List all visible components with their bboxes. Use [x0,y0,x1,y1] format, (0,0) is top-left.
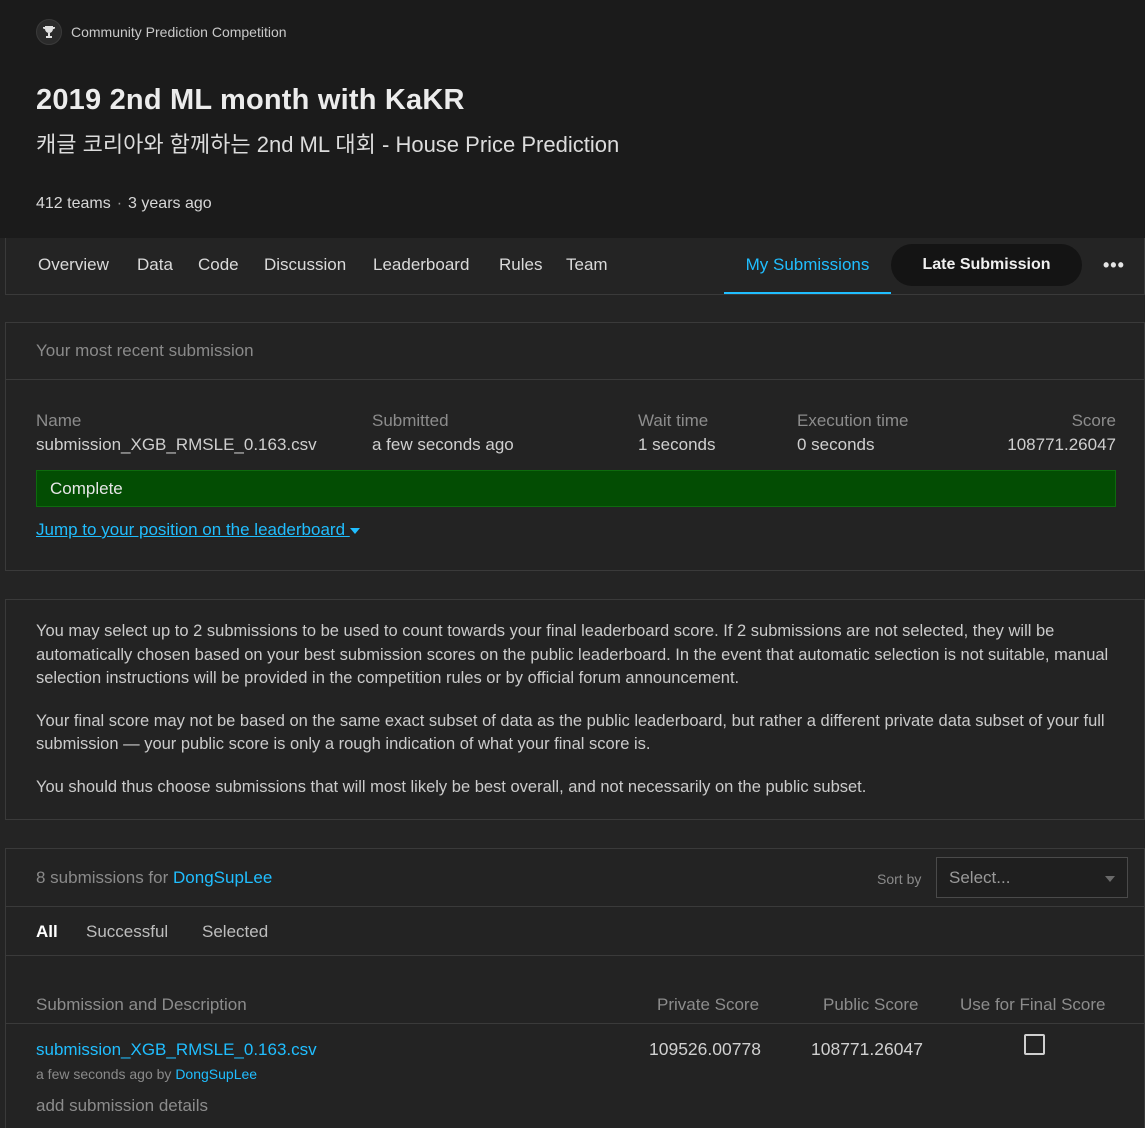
info-paragraph-2: Your final score may not be based on the… [36,711,1105,754]
tab-leaderboard[interactable]: Leaderboard [373,238,469,294]
execution-time-label: Execution time [797,411,909,430]
final-score-checkbox[interactable] [1024,1034,1045,1055]
trophy-icon [36,19,62,45]
user-link[interactable]: DongSupLee [173,868,272,887]
execution-time-column: Execution time 0 seconds [797,411,909,455]
info-paragraph-1: You may select up to 2 submissions to be… [36,622,1109,687]
jump-link-label[interactable]: Jump to your position on the leaderboard [36,520,345,539]
tab-discussion[interactable]: Discussion [264,238,346,294]
tab-rules[interactable]: Rules [499,238,542,294]
more-options-icon[interactable]: ••• [1103,255,1125,276]
score-label: Score [1071,411,1116,430]
submitted-label: Submitted [372,411,449,430]
tab-my-submissions[interactable]: My Submissions [724,238,891,294]
submission-count: 8 submissions for DongSupLee [36,868,272,888]
tab-all[interactable]: All [36,922,58,942]
col-submission-description: Submission and Description [36,995,247,1014]
page-title: 2019 2nd ML month with KaKR [36,84,465,116]
caret-down-icon [349,527,360,534]
page-subtitle: 캐글 코리아와 함께하는 2nd ML 대회 - House Price Pre… [36,132,620,157]
submissions-list-card: 8 submissions for DongSupLee Sort by Sel… [5,848,1145,1128]
recent-submission-heading: Your most recent submission [6,323,1144,380]
competition-kind-label: Community Prediction Competition [71,24,287,40]
competition-nav: Overview Data Code Discussion Leaderboar… [5,238,1145,295]
name-label: Name [36,411,82,430]
tab-data[interactable]: Data [137,238,173,294]
late-submission-button[interactable]: Late Submission [891,244,1082,286]
table-header: Submission and Description Private Score… [6,995,1144,1025]
submission-file-link[interactable]: submission_XGB_RMSLE_0.163.csv [36,1040,317,1060]
status-complete-bar: Complete [36,470,1116,507]
competition-meta: 412 teams · 3 years ago [36,195,212,213]
submission-time: a few seconds ago by [36,1066,172,1082]
competition-header: Community Prediction Competition 2019 2n… [0,0,1145,238]
competition-kind: Community Prediction Competition [36,19,287,45]
sort-by-label: Sort by [877,871,922,887]
name-value: submission_XGB_RMSLE_0.163.csv [36,435,317,454]
submitted-value: a few seconds ago [372,435,514,454]
sort-select[interactable]: Select... [936,857,1128,898]
submission-author-link[interactable]: DongSupLee [175,1066,257,1082]
info-paragraph-3: You should thus choose submissions that … [36,777,867,796]
col-use-for-final-score: Use for Final Score [960,995,1106,1014]
submission-filter-tabs: All Successful Selected [6,907,1144,956]
meta-separator: · [116,195,123,212]
chevron-down-icon [1105,876,1115,882]
submission-byline: a few seconds ago by DongSupLee [36,1066,257,1082]
team-count: 412 teams [36,195,111,212]
add-submission-details[interactable]: add submission details [36,1096,208,1116]
tab-code[interactable]: Code [198,238,239,294]
table-divider [6,1023,1144,1024]
public-score: 108771.26047 [811,1039,923,1059]
competition-age: 3 years ago [128,195,212,212]
col-private-score: Private Score [657,995,760,1014]
sort-select-placeholder: Select... [949,868,1011,887]
tab-selected[interactable]: Selected [202,922,268,942]
score-value: 108771.26047 [1007,435,1116,454]
wait-time-label: Wait time [638,411,709,430]
selection-info-card: You may select up to 2 submissions to be… [5,599,1145,820]
name-column: Name submission_XGB_RMSLE_0.163.csv [36,411,317,455]
submissions-header: 8 submissions for DongSupLee Sort by Sel… [6,849,1144,907]
recent-submission-card: Your most recent submission Name submiss… [5,322,1145,571]
jump-to-leaderboard-link[interactable]: Jump to your position on the leaderboard [36,520,360,540]
submission-count-text: 8 submissions for [36,868,169,887]
execution-time-value: 0 seconds [797,435,875,454]
tab-team[interactable]: Team [566,238,608,294]
wait-time-column: Wait time 1 seconds [638,411,716,455]
tab-overview[interactable]: Overview [38,238,109,294]
tab-successful[interactable]: Successful [86,922,168,942]
wait-time-value: 1 seconds [638,435,716,454]
score-column: Score 108771.26047 [1007,411,1116,455]
private-score: 109526.00778 [649,1039,761,1059]
submitted-column: Submitted a few seconds ago [372,411,514,455]
col-public-score: Public Score [823,995,919,1014]
